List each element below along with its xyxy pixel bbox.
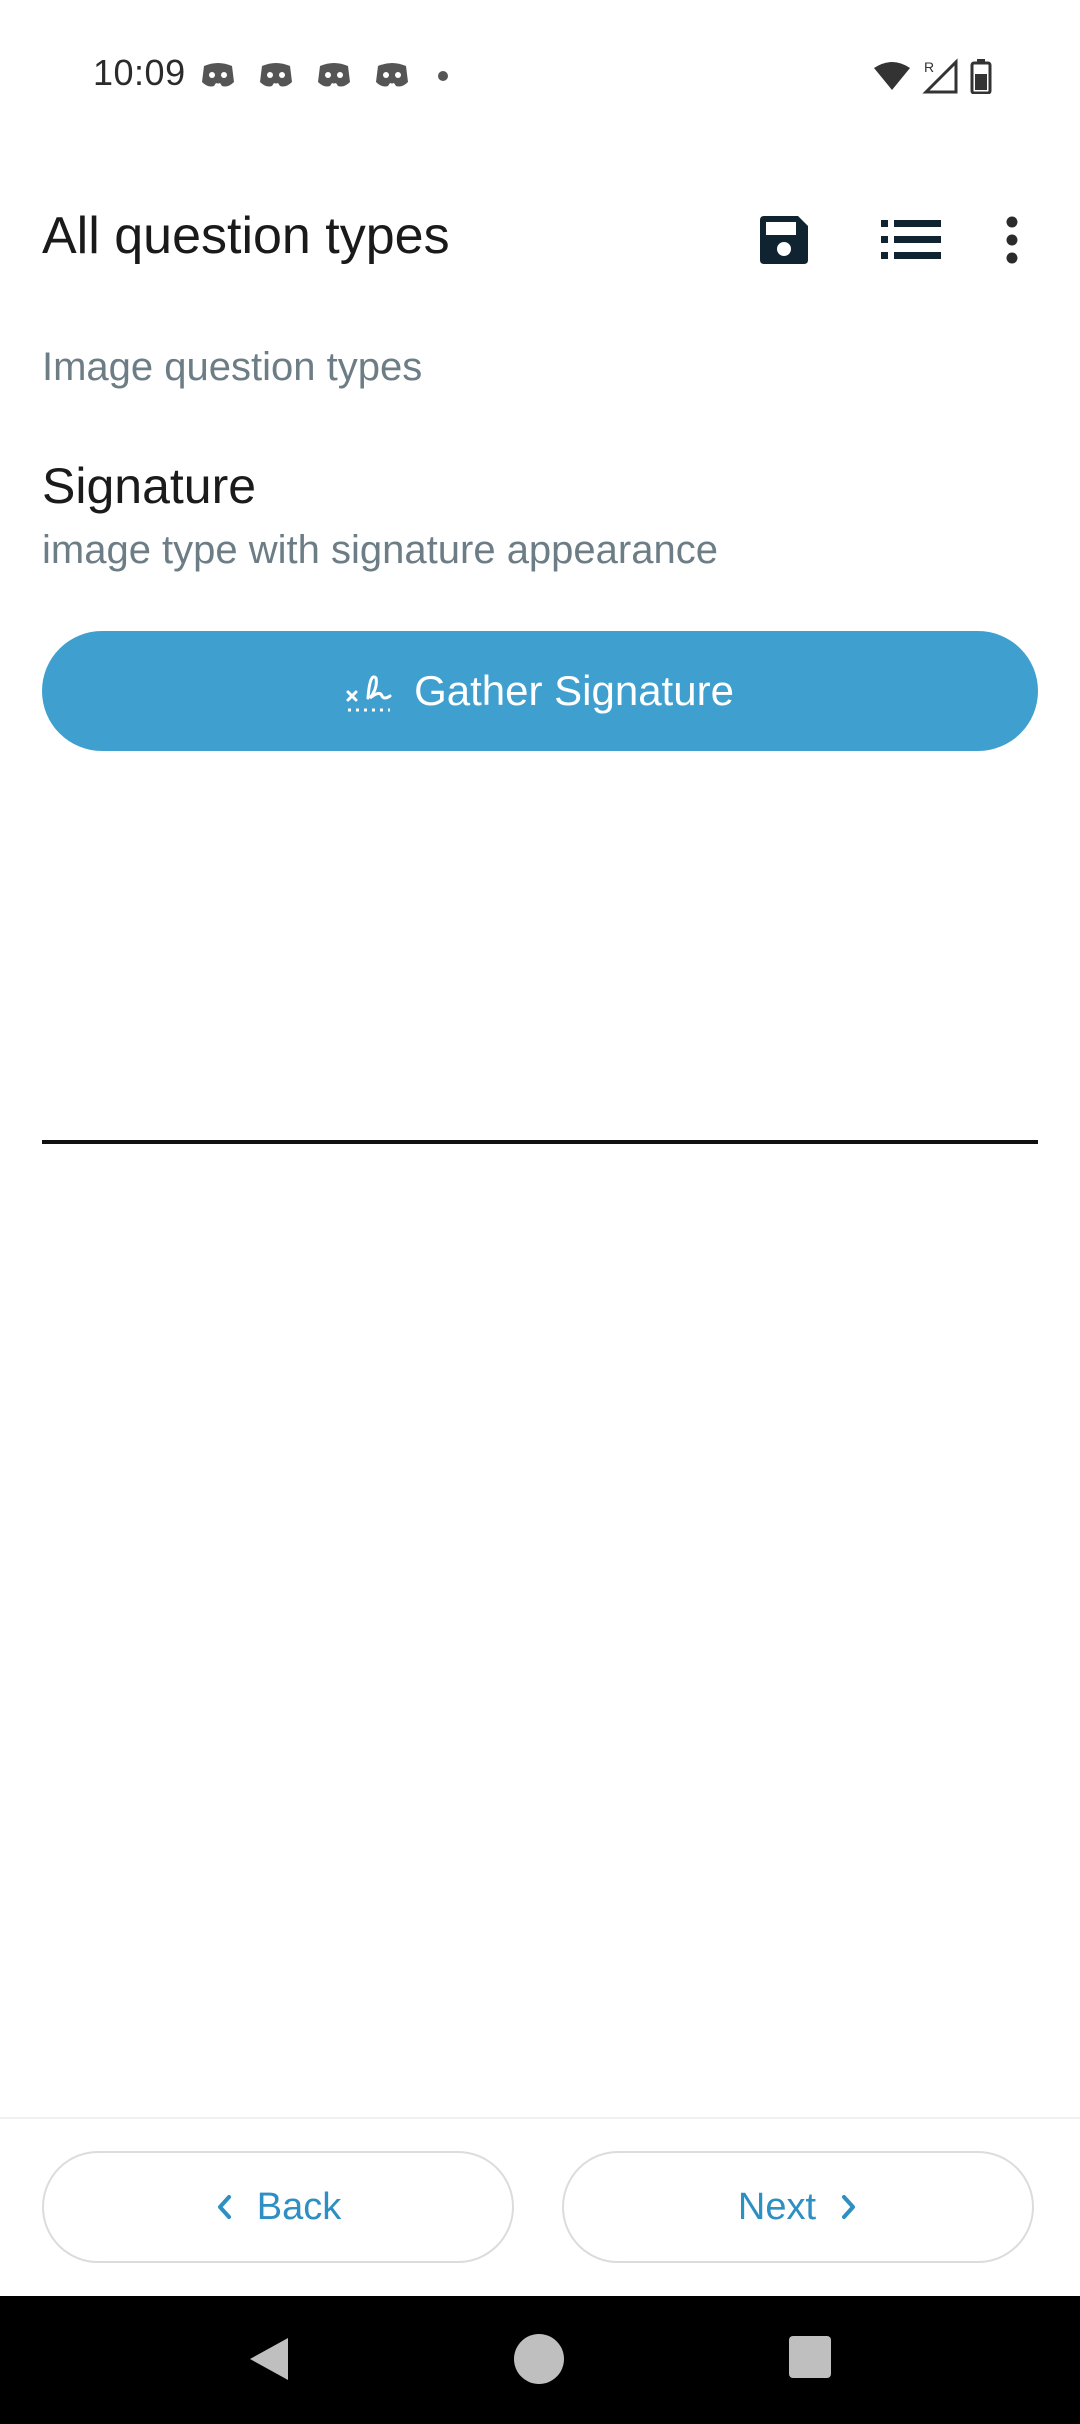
group-label: Image question types	[42, 345, 423, 389]
nav-home-icon[interactable]	[514, 2334, 564, 2384]
page-title: All question types	[42, 207, 450, 265]
question-title: Signature	[42, 458, 257, 514]
next-button-label: Next	[737, 2185, 817, 2228]
app-toolbar: All question types	[0, 180, 1080, 300]
back-button-label: Back	[256, 2185, 342, 2228]
gather-signature-label: Gather Signature	[414, 667, 734, 714]
discord-icon	[202, 63, 234, 87]
discord-icon	[376, 63, 408, 87]
nav-divider	[0, 2117, 1080, 2119]
system-status-icons: R	[872, 58, 992, 94]
more-vert-icon	[1006, 216, 1018, 264]
next-button[interactable]: Next	[562, 2151, 1034, 2263]
overflow-menu-button[interactable]	[982, 200, 1042, 280]
system-navigation-bar	[0, 2296, 1080, 2424]
list-icon	[881, 220, 941, 259]
discord-icon	[260, 63, 292, 87]
nav-recents-icon[interactable]	[789, 2336, 831, 2378]
nav-back-icon[interactable]	[246, 2334, 292, 2384]
signature-icon	[346, 675, 392, 712]
more-notifications-dot-icon	[438, 71, 448, 81]
discord-icon	[318, 63, 350, 87]
signal-roaming-icon: R	[922, 58, 958, 94]
chevron-right-icon	[842, 2195, 856, 2219]
save-icon	[760, 216, 808, 264]
status-time: 10:09	[93, 52, 186, 93]
question-hint: image type with signature appearance	[42, 528, 718, 572]
wifi-icon	[874, 62, 910, 90]
chevron-left-icon	[217, 2195, 231, 2219]
gather-signature-button[interactable]: Gather Signature	[42, 631, 1038, 751]
notification-icons	[200, 60, 448, 92]
battery-icon	[970, 59, 992, 94]
signature-line	[42, 1140, 1038, 1144]
hierarchy-list-button[interactable]	[871, 200, 951, 280]
back-button[interactable]: Back	[42, 2151, 514, 2263]
svg-text:R: R	[924, 59, 934, 75]
status-bar: 10:09 R	[0, 0, 1080, 150]
save-button[interactable]	[744, 200, 824, 280]
